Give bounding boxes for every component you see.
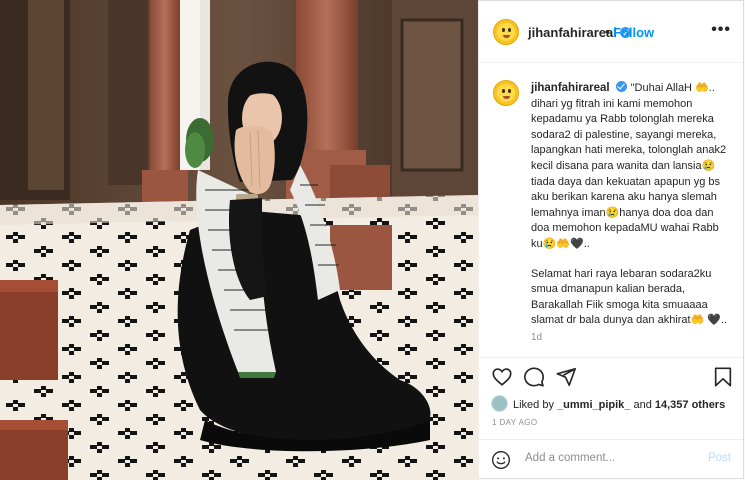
liked-by-and: and xyxy=(633,399,652,411)
caption-username[interactable]: jihanfahirareal xyxy=(531,82,610,94)
post-side-panel: jihanfahirareal • Follow ••• jihanfahira… xyxy=(478,0,744,479)
comment-input[interactable] xyxy=(523,451,697,465)
post-date[interactable]: 1 DAY AGO xyxy=(492,418,538,427)
likes-count[interactable]: 14,357 others xyxy=(655,399,725,411)
heart-icon[interactable] xyxy=(491,366,513,388)
bookmark-icon[interactable] xyxy=(712,366,734,388)
author-avatar[interactable] xyxy=(493,19,519,45)
emoji-icon[interactable] xyxy=(491,450,511,470)
more-options-icon[interactable]: ••• xyxy=(711,21,731,39)
post-header: jihanfahirareal • Follow ••• xyxy=(479,1,743,63)
post-photo[interactable] xyxy=(0,0,478,480)
author-username-text[interactable]: jihanfahirareal xyxy=(528,25,617,40)
header-separator: • xyxy=(605,24,610,39)
comment-bar: Post xyxy=(479,439,743,479)
instagram-post-modal: jihanfahirareal • Follow ••• jihanfahira… xyxy=(0,0,745,480)
caption-paragraph-2: Selamat hari raya lebaran sodara2ku smua… xyxy=(531,267,728,327)
photo-illustration xyxy=(0,0,478,480)
post-comment-button[interactable]: Post xyxy=(708,452,731,464)
caption-body-1: "Duhai AllaH 🤲.. dihari yg fitrah ini ka… xyxy=(531,82,727,250)
liked-by-prefix: Liked by xyxy=(513,399,554,411)
comment-icon[interactable] xyxy=(523,366,545,388)
liked-by-user[interactable]: _ummi_pipik_ xyxy=(557,399,630,411)
caption-time-ago[interactable]: 1d xyxy=(531,332,542,343)
action-bar xyxy=(479,357,743,388)
paper-plane-icon[interactable] xyxy=(555,366,577,388)
liker-avatar[interactable] xyxy=(491,395,508,412)
caption-verified-badge-icon xyxy=(615,81,627,92)
caption-paragraph-1: jihanfahirareal "Duhai AllaH 🤲.. dihari y… xyxy=(531,81,729,253)
likes-summary: Liked by _ummi_pipik_ and 14,357 others xyxy=(491,395,725,412)
caption-avatar[interactable] xyxy=(493,80,519,106)
follow-button[interactable]: Follow xyxy=(613,25,654,40)
caption-area: jihanfahirareal "Duhai AllaH 🤲.. dihari y… xyxy=(479,64,743,356)
caption-text: jihanfahirareal "Duhai AllaH 🤲.. dihari y… xyxy=(531,81,729,329)
